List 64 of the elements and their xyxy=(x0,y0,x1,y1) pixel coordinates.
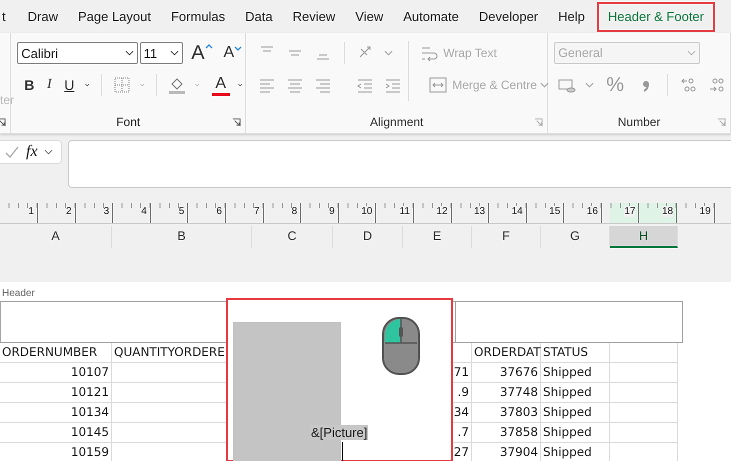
table-cell: 37748 xyxy=(472,383,541,403)
font-color-button[interactable]: A xyxy=(208,74,233,96)
ribbon-tab[interactable]: Draw xyxy=(18,2,68,32)
ruler-number: 11 xyxy=(400,206,410,217)
table-cell: 10145 xyxy=(0,423,112,443)
table-cell: 10121 xyxy=(0,383,112,403)
header-label: Header xyxy=(1,287,36,301)
table-cell: 10134 xyxy=(0,403,112,423)
font-size-dropdown[interactable]: 11 xyxy=(140,42,184,64)
group-label: Number xyxy=(618,115,660,129)
table-cell: 10107 xyxy=(0,363,112,383)
ruler-number: 15 xyxy=(549,206,560,217)
group-label: Font xyxy=(116,115,140,129)
table-cell: ORDERDAT xyxy=(472,343,541,363)
ribbon-tab[interactable]: t xyxy=(0,2,16,32)
group-label: ter xyxy=(0,93,14,107)
underline-button[interactable]: U xyxy=(61,77,78,93)
ruler-number: 2 xyxy=(66,206,72,217)
ribbon-tab[interactable]: Developer xyxy=(468,2,548,32)
table-cell: STATUS xyxy=(541,343,610,363)
ruler-number: 8 xyxy=(292,206,298,217)
italic-button[interactable]: I xyxy=(42,77,56,93)
decrease-font-size-button[interactable]: A xyxy=(220,44,246,62)
ruler-number: 9 xyxy=(329,206,335,217)
ribbon-tab[interactable]: View xyxy=(345,2,394,32)
ruler-number: 10 xyxy=(361,206,372,217)
table-cell: Shipped xyxy=(541,403,610,423)
ruler-number: 14 xyxy=(512,206,523,217)
ruler-number: 7 xyxy=(254,206,260,217)
table-cell: 10159 xyxy=(0,443,112,461)
ruler-number: 3 xyxy=(104,206,110,217)
bold-button[interactable]: B xyxy=(21,77,38,93)
column-header[interactable]: H xyxy=(610,226,678,248)
ribbon-tab[interactable]: Data xyxy=(235,2,283,32)
insert-function-button[interactable]: fx xyxy=(26,143,38,161)
ribbon-tab[interactable]: Review xyxy=(282,2,346,32)
picture-field-code[interactable]: &[Picture] xyxy=(310,425,368,440)
table-cell: Shipped xyxy=(541,363,610,383)
font-name-dropdown[interactable]: Calibri xyxy=(17,42,138,64)
ruler-number: 5 xyxy=(178,206,184,217)
ribbon-tab[interactable]: Page Layout xyxy=(68,2,161,32)
ruler-number: 6 xyxy=(216,206,222,217)
ribbon-tab[interactable]: Formulas xyxy=(160,2,236,32)
table-cell: Shipped xyxy=(541,423,610,443)
ruler-number: 18 xyxy=(662,206,674,217)
ruler-number: 12 xyxy=(436,206,448,217)
ruler-number: 4 xyxy=(141,206,147,217)
ruler-number: 1 xyxy=(28,206,34,217)
table-cell: Shipped xyxy=(541,383,610,403)
group-label: Alignment xyxy=(370,115,424,129)
table-cell: 37904 xyxy=(472,443,541,461)
ruler-number: 13 xyxy=(474,206,486,217)
table-cell: 37858 xyxy=(472,423,541,443)
table-cell: 37803 xyxy=(472,403,541,423)
table-cell: Shipped xyxy=(541,443,610,461)
ribbon-tab[interactable]: Help xyxy=(548,2,595,32)
increase-font-size-button[interactable]: A xyxy=(188,42,216,64)
ruler-number: 16 xyxy=(586,206,598,217)
ruler-number: 17 xyxy=(624,206,636,217)
ribbon-tab[interactable]: Automate xyxy=(393,2,469,32)
ruler-number: 19 xyxy=(700,206,711,217)
table-cell: 37676 xyxy=(472,363,541,383)
table-cell: ORDERNUMBER xyxy=(0,343,112,363)
ribbon-tab[interactable]: Header & Footer xyxy=(596,2,715,32)
